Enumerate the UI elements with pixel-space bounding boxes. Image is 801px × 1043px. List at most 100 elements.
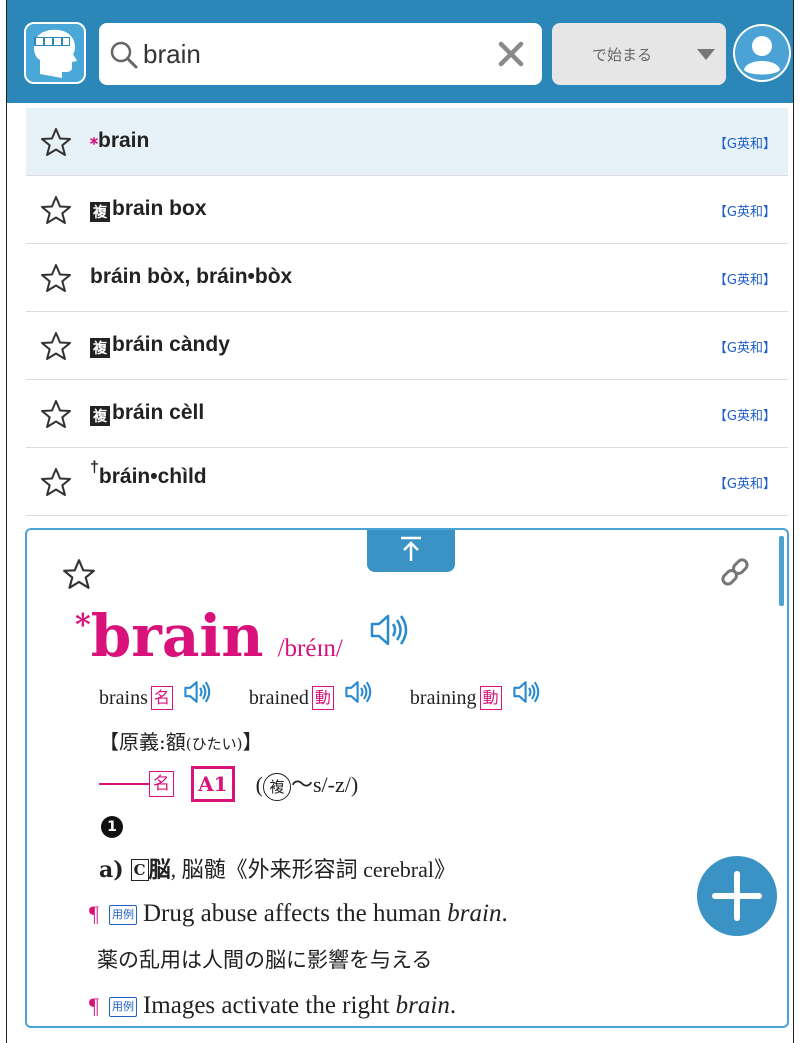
star-icon[interactable] <box>40 127 72 157</box>
obsolete-mark: † <box>90 459 99 476</box>
match-mode-label: で始まる <box>592 46 653 64</box>
important-mark: * <box>75 608 91 643</box>
entry-headword: *brain/bréɪn/ <box>75 602 412 670</box>
inflection-form: braining 動 <box>410 678 543 710</box>
pilcrow-mark: ¶ <box>89 901 99 926</box>
compound-word-icon: 複 <box>90 338 110 358</box>
plus-icon <box>712 871 762 921</box>
window-border-right <box>793 0 794 1043</box>
result-headword: 複 bráin càndy <box>90 333 230 358</box>
search-icon <box>110 41 138 69</box>
compound-word-icon: 複 <box>90 202 110 222</box>
pos-tag: 名 <box>149 771 174 797</box>
headword-dash <box>99 783 149 785</box>
result-headword-text: bráin cèll <box>112 401 205 424</box>
entry-panel: *brain/bréɪn/ brains 名 brained 動 braining 動… <box>25 528 789 1028</box>
star-icon[interactable] <box>40 331 72 361</box>
example-tag: 用例 <box>108 905 137 925</box>
result-source: 【G英和】 <box>713 341 776 356</box>
result-headword: ⁎brain <box>90 129 149 153</box>
star-icon[interactable] <box>62 558 96 590</box>
pos-tag: 名 <box>150 686 173 710</box>
example-text: Images activate the right <box>142 992 396 1019</box>
sense-number: 1 <box>101 816 123 838</box>
result-row[interactable]: †bráin•chìld 【G英和】 <box>26 448 788 516</box>
etymology-close: 】 <box>242 730 263 754</box>
headword-text: brain <box>90 602 264 670</box>
example-tag: 用例 <box>108 997 137 1017</box>
form-word: brained <box>248 687 309 709</box>
add-button[interactable] <box>697 856 777 936</box>
link-icon[interactable] <box>717 554 753 590</box>
definition-note: , 脳髄《外来形容詞 cerebral》 <box>170 857 456 882</box>
speaker-icon[interactable] <box>368 610 412 650</box>
user-avatar-icon[interactable] <box>733 24 791 82</box>
result-source: 【G英和】 <box>713 273 776 288</box>
result-headword: †bráin•chìld <box>90 459 207 489</box>
definition: a) C 脳, 脳髄《外来形容詞 cerebral》 <box>99 852 456 884</box>
definition-label: a) <box>99 857 124 883</box>
countable-mark: C <box>130 859 149 881</box>
result-list: ⁎brain 【G英和】 複 brain box 【G英和】 bráin bòx,… <box>26 108 788 516</box>
star-icon[interactable] <box>40 263 72 293</box>
speaker-icon[interactable] <box>182 678 214 706</box>
result-source: 【G英和】 <box>713 409 776 424</box>
result-headword: 複 brain box <box>90 197 207 222</box>
etymology-text: 【原義:額 <box>99 730 186 754</box>
star-icon[interactable] <box>40 399 72 429</box>
example-emphasis: brain <box>395 992 450 1019</box>
form-word: braining <box>409 687 477 709</box>
plural-mark: 複 <box>262 773 291 801</box>
plural-paren: ( <box>255 772 263 797</box>
result-headword-text: bráin bòx, bráin•bòx <box>90 265 293 288</box>
star-icon[interactable] <box>40 467 72 497</box>
scroll-to-top-icon <box>401 536 421 561</box>
example-sentence: ¶ 用例 Images activate the right brain. <box>89 992 456 1020</box>
clear-icon[interactable] <box>497 40 525 68</box>
pos-tag: 動 <box>479 686 502 710</box>
speaker-icon[interactable] <box>511 678 543 706</box>
important-mark: ⁎ <box>90 131 98 148</box>
inflection-forms: brains 名 brained 動 braining 動 <box>99 678 573 710</box>
speaker-icon[interactable] <box>343 678 375 706</box>
inflection-form: brains 名 <box>99 678 214 710</box>
part-of-speech-line: 名 A1 (複～s/-z/) <box>99 766 358 802</box>
etymology-reading: (ひたい) <box>185 735 243 753</box>
star-icon[interactable] <box>40 195 72 225</box>
example-text-end: . <box>449 992 457 1019</box>
result-row[interactable]: ⁎brain 【G英和】 <box>26 108 788 176</box>
result-source: 【G英和】 <box>713 137 776 152</box>
plural-text: ～s/-z/) <box>290 772 359 797</box>
example-translation: 薬の乱用は人間の脳に影響を与える <box>97 948 433 972</box>
match-mode-select[interactable]: で始まる <box>552 23 726 85</box>
result-headword: bráin bòx, bráin•bòx <box>90 265 292 289</box>
result-headword: 複 bráin cèll <box>90 401 204 426</box>
result-source: 【G英和】 <box>713 205 776 220</box>
etymology: 【原義:額(ひたい)】 <box>99 726 262 755</box>
plural-form: (複～s/-z/) <box>255 772 359 801</box>
inflection-form: brained 動 <box>249 678 375 710</box>
cefr-level-badge: A1 <box>191 766 235 802</box>
result-headword-text: bráin•chìld <box>98 465 207 488</box>
pilcrow-mark: ¶ <box>89 993 99 1018</box>
pronunciation: /bréɪn/ <box>277 635 343 662</box>
result-row[interactable]: 複 bráin càndy 【G英和】 <box>26 312 788 380</box>
search-input[interactable] <box>143 33 483 75</box>
result-row[interactable]: 複 brain box 【G英和】 <box>26 176 788 244</box>
search-box <box>99 23 542 85</box>
window-border-left <box>6 0 7 1043</box>
pos-tag: 動 <box>311 686 334 710</box>
scrollbar[interactable] <box>779 536 784 606</box>
example-text: Drug abuse affects the human <box>142 900 448 927</box>
result-row[interactable]: 複 bráin cèll 【G英和】 <box>26 380 788 448</box>
result-source: 【G英和】 <box>713 477 776 492</box>
result-row[interactable]: bráin bòx, bráin•bòx 【G英和】 <box>26 244 788 312</box>
definition-text: 脳 <box>148 857 171 883</box>
app-logo-icon[interactable] <box>24 22 86 84</box>
form-word: brains <box>99 687 148 709</box>
dropdown-caret-icon <box>697 49 715 60</box>
result-headword-text: brain box <box>112 197 207 220</box>
scroll-to-top-button[interactable] <box>367 530 455 572</box>
example-sentence: ¶ 用例 Drug abuse affects the human brain. <box>89 900 508 928</box>
example-text-end: . <box>501 900 508 927</box>
